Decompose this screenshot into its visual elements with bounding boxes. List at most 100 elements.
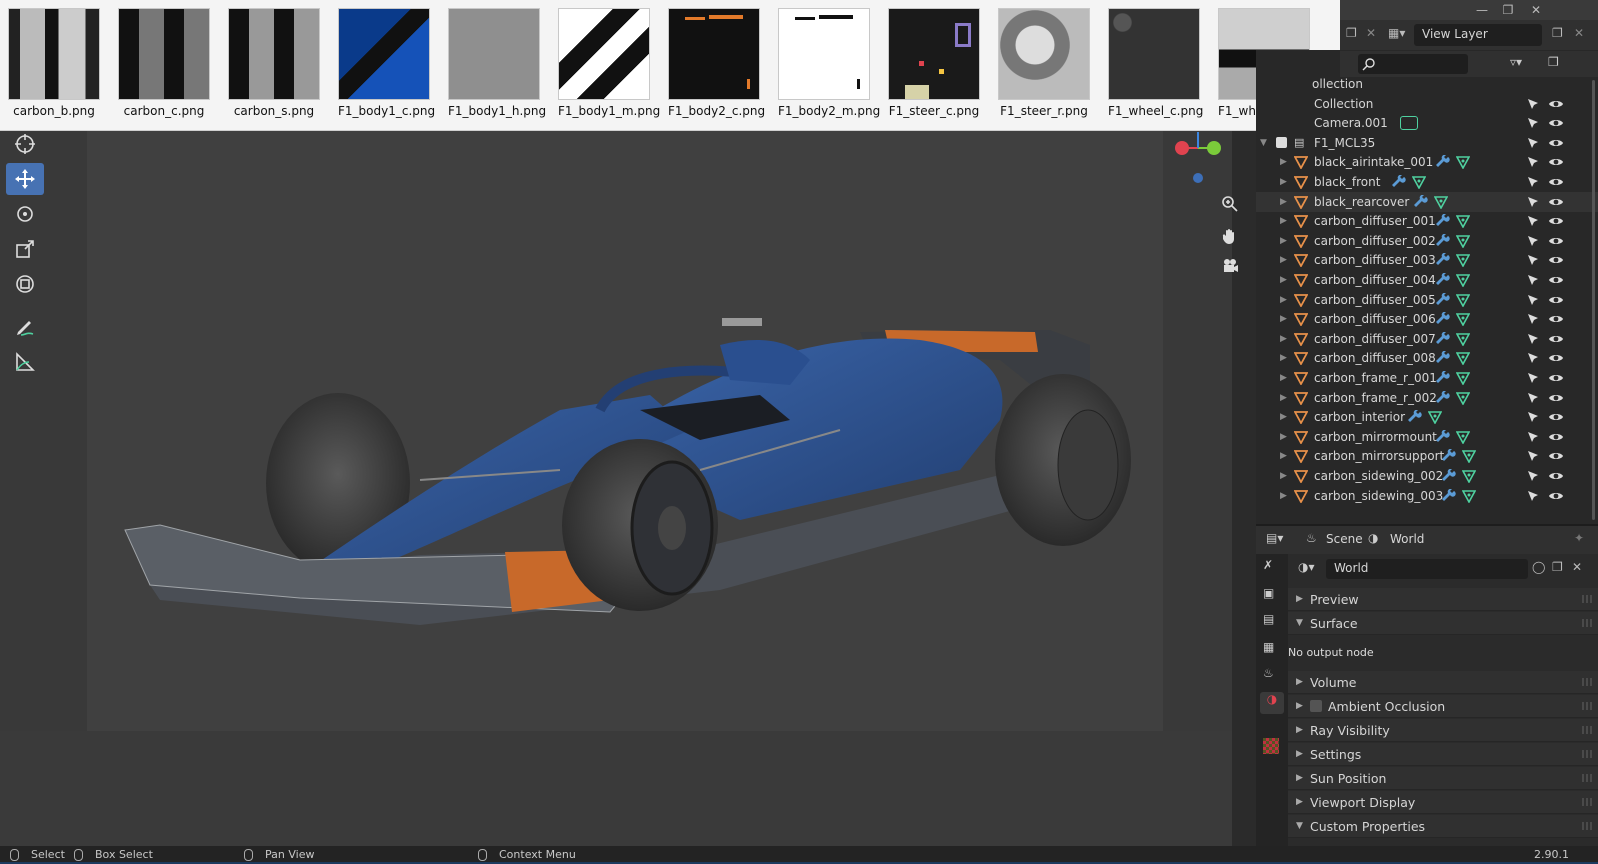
tab-tool[interactable]: ✗ bbox=[1263, 558, 1281, 576]
remove-scene-icon[interactable]: ✕ bbox=[1366, 26, 1376, 40]
tab-scene[interactable]: ♨ bbox=[1263, 666, 1281, 684]
expand-arrow-icon[interactable]: ▶ bbox=[1280, 334, 1287, 344]
outliner-object-row[interactable]: ▶ carbon_diffuser_007 bbox=[1256, 329, 1598, 349]
visibility-eye-icon[interactable] bbox=[1548, 215, 1564, 227]
mesh-data-icon[interactable] bbox=[1455, 371, 1471, 386]
visibility-eye-icon[interactable] bbox=[1548, 392, 1564, 404]
panel-sun-position[interactable]: ▶ Sun Position bbox=[1288, 767, 1598, 790]
new-collection-icon[interactable]: ❐ bbox=[1548, 55, 1559, 69]
measure-tool[interactable] bbox=[6, 346, 44, 378]
panel-ambient-occlusion[interactable]: ▶ Ambient Occlusion bbox=[1288, 695, 1598, 718]
selectable-arrow-icon[interactable] bbox=[1527, 176, 1539, 188]
selectable-arrow-icon[interactable] bbox=[1527, 274, 1539, 286]
close-icon[interactable]: ✕ bbox=[1526, 2, 1546, 18]
selectable-arrow-icon[interactable] bbox=[1527, 431, 1539, 443]
image-thumbnail[interactable]: carbon_c.png bbox=[118, 8, 210, 118]
modifier-wrench-icon[interactable] bbox=[1392, 174, 1406, 189]
mesh-data-icon[interactable] bbox=[1455, 391, 1471, 406]
outliner-collection-row[interactable]: Collection bbox=[1256, 94, 1598, 114]
panel-viewport-display[interactable]: ▶ Viewport Display bbox=[1288, 791, 1598, 814]
visibility-eye-icon[interactable] bbox=[1548, 176, 1564, 188]
visibility-eye-icon[interactable] bbox=[1548, 117, 1564, 129]
outliner-object-row[interactable]: ▶ black_airintake_001 bbox=[1256, 152, 1598, 172]
drag-grip-icon[interactable] bbox=[1582, 774, 1594, 782]
panel-surface[interactable]: ▼ Surface bbox=[1288, 612, 1598, 635]
transform-tool[interactable] bbox=[6, 268, 44, 300]
outliner-object-row[interactable]: ▶ carbon_sidewing_003 bbox=[1256, 486, 1598, 506]
visibility-eye-icon[interactable] bbox=[1548, 274, 1564, 286]
outliner-object-row[interactable]: ▶ carbon_diffuser_002 bbox=[1256, 231, 1598, 251]
image-thumbnail[interactable]: F1_body1_c.png bbox=[338, 8, 435, 118]
remove-view-layer-icon[interactable]: ✕ bbox=[1574, 26, 1584, 40]
expand-arrow-icon[interactable]: ▶ bbox=[1280, 236, 1287, 246]
modifier-wrench-icon[interactable] bbox=[1436, 370, 1450, 385]
restore-icon[interactable]: ❐ bbox=[1498, 2, 1518, 18]
mesh-data-icon[interactable] bbox=[1461, 489, 1477, 504]
selectable-arrow-icon[interactable] bbox=[1527, 117, 1539, 129]
filter-icon[interactable]: ▿▾ bbox=[1510, 55, 1522, 69]
outliner-object-row[interactable]: ▶ carbon_diffuser_005 bbox=[1256, 290, 1598, 310]
expand-arrow-icon[interactable]: ▶ bbox=[1280, 373, 1287, 383]
view-layer-field[interactable]: View Layer bbox=[1414, 24, 1542, 46]
expand-arrow-icon[interactable]: ▶ bbox=[1280, 471, 1287, 481]
expand-arrow-icon[interactable]: ▶ bbox=[1280, 432, 1287, 442]
outliner-scrollbar[interactable] bbox=[1592, 80, 1595, 520]
mesh-data-icon[interactable] bbox=[1461, 469, 1477, 484]
expand-arrow-icon[interactable]: ▶ bbox=[1280, 216, 1287, 226]
modifier-wrench-icon[interactable] bbox=[1414, 194, 1428, 209]
modifier-wrench-icon[interactable] bbox=[1442, 449, 1456, 463]
camera-data-icon[interactable] bbox=[1400, 116, 1418, 131]
scale-tool[interactable] bbox=[6, 233, 44, 265]
selectable-arrow-icon[interactable] bbox=[1527, 235, 1539, 247]
outliner-object-row[interactable]: ▶ carbon_diffuser_006 bbox=[1256, 309, 1598, 329]
mesh-data-icon[interactable] bbox=[1455, 253, 1471, 269]
expand-arrow-icon[interactable]: ▶ bbox=[1280, 255, 1287, 265]
image-thumbnail[interactable]: F1_wheel_c.png bbox=[1108, 8, 1203, 118]
drag-grip-icon[interactable] bbox=[1582, 619, 1594, 627]
modifier-wrench-icon[interactable] bbox=[1436, 233, 1450, 248]
selectable-arrow-icon[interactable] bbox=[1527, 196, 1539, 208]
mesh-data-icon[interactable] bbox=[1455, 430, 1471, 445]
ao-checkbox[interactable] bbox=[1310, 700, 1322, 712]
outliner-collection-row[interactable]: ▼ ▤ F1_MCL35 bbox=[1256, 133, 1598, 153]
outliner-object-row[interactable]: ▶ carbon_sidewing_002 bbox=[1256, 466, 1598, 486]
selectable-arrow-icon[interactable] bbox=[1527, 470, 1539, 482]
panel-custom-properties[interactable]: ▼ Custom Properties bbox=[1288, 815, 1598, 838]
drag-grip-icon[interactable] bbox=[1582, 702, 1594, 710]
visibility-eye-icon[interactable] bbox=[1548, 313, 1564, 325]
modifier-wrench-icon[interactable] bbox=[1436, 253, 1450, 267]
drag-grip-icon[interactable] bbox=[1582, 798, 1594, 806]
outliner-object-row[interactable]: ▶ carbon_interior bbox=[1256, 407, 1598, 427]
visibility-eye-icon[interactable] bbox=[1548, 137, 1564, 149]
modifier-wrench-icon[interactable] bbox=[1436, 390, 1450, 405]
visibility-eye-icon[interactable] bbox=[1548, 431, 1564, 443]
modifier-wrench-icon[interactable] bbox=[1436, 311, 1450, 326]
image-thumbnail[interactable]: carbon_b.png bbox=[8, 8, 100, 118]
mesh-data-icon[interactable] bbox=[1433, 195, 1449, 210]
fake-user-icon[interactable]: ◯ bbox=[1532, 560, 1545, 574]
image-thumbnail[interactable]: carbon_s.png bbox=[228, 8, 320, 118]
duplicate-icon[interactable]: ❐ bbox=[1552, 560, 1563, 574]
view-layer-icon[interactable]: ▦▾ bbox=[1388, 26, 1405, 40]
modifier-wrench-icon[interactable] bbox=[1436, 292, 1450, 307]
tab-view-layer[interactable]: ▦ bbox=[1263, 640, 1281, 658]
mesh-data-icon[interactable] bbox=[1455, 234, 1471, 249]
expand-arrow-icon[interactable]: ▶ bbox=[1280, 177, 1287, 187]
tab-world[interactable]: ◑ bbox=[1260, 692, 1284, 714]
modifier-wrench-icon[interactable] bbox=[1436, 331, 1450, 346]
visibility-eye-icon[interactable] bbox=[1548, 156, 1564, 168]
new-scene-icon[interactable]: ❐ bbox=[1346, 26, 1357, 40]
pan-button[interactable] bbox=[1216, 222, 1244, 250]
tab-render[interactable]: ▣ bbox=[1263, 586, 1281, 604]
mesh-data-icon[interactable] bbox=[1455, 293, 1471, 308]
mesh-data-icon[interactable] bbox=[1427, 410, 1443, 425]
selectable-arrow-icon[interactable] bbox=[1527, 411, 1539, 423]
visibility-eye-icon[interactable] bbox=[1548, 470, 1564, 482]
expand-arrow-icon[interactable]: ▶ bbox=[1280, 295, 1287, 305]
expand-arrow-icon[interactable]: ▶ bbox=[1280, 412, 1287, 422]
mesh-data-icon[interactable] bbox=[1455, 332, 1471, 347]
modifier-wrench-icon[interactable] bbox=[1436, 213, 1450, 228]
cursor-tool[interactable] bbox=[6, 128, 44, 160]
zoom-button[interactable] bbox=[1216, 190, 1244, 218]
mesh-data-icon[interactable] bbox=[1455, 155, 1471, 171]
